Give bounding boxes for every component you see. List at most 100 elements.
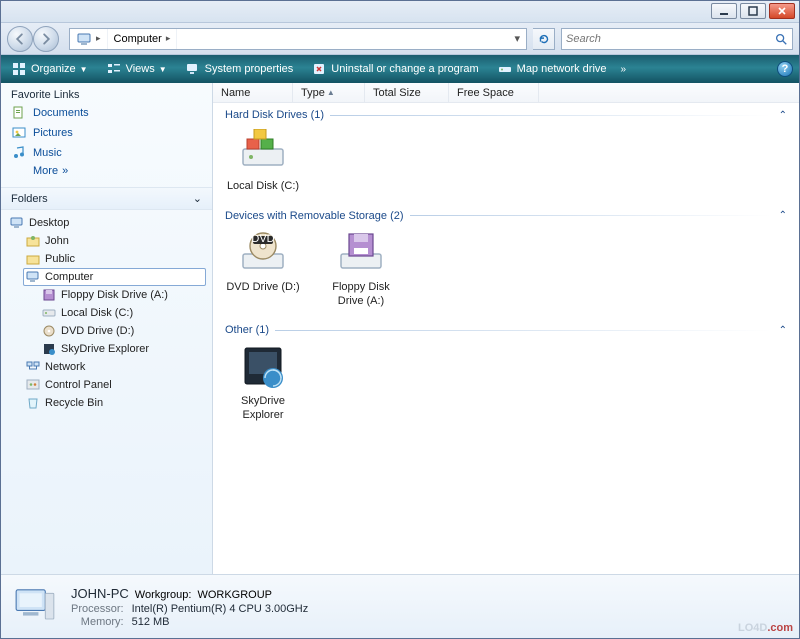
tree-network[interactable]: Network: [23, 358, 206, 376]
map-drive-button[interactable]: Map network drive: [493, 59, 611, 79]
chevron-right-icon: ▸: [166, 33, 171, 44]
sidebar-item-more[interactable]: More »: [11, 163, 202, 179]
dropdown-icon: ▼: [80, 65, 88, 74]
details-pane: JOHN-PC Workgroup: WORKGROUP Processor: …: [1, 574, 799, 638]
nav-history-buttons: [7, 26, 63, 52]
chevron-right-icon: ▸: [96, 33, 101, 44]
drive-skydrive[interactable]: SkyDrive Explorer: [225, 344, 301, 423]
folders-header[interactable]: Folders ⌄: [1, 187, 212, 210]
sidebar-item-music[interactable]: Music: [11, 143, 202, 163]
tree-label: Local Disk (C:): [61, 307, 133, 319]
floppy-drive-icon: [337, 230, 385, 278]
minimize-button[interactable]: [711, 3, 737, 19]
brand-text: LO4D: [738, 622, 767, 634]
item-label: DVD Drive (D:): [226, 281, 299, 295]
search-box[interactable]: [561, 28, 793, 50]
tree-label: DVD Drive (D:): [61, 325, 134, 337]
organize-icon: [11, 61, 27, 77]
column-total-size[interactable]: Total Size: [365, 83, 449, 102]
content-area: Hard Disk Drives (1) ⌃ Local Disk (C:) D…: [213, 103, 799, 574]
drive-dvd-d[interactable]: DVD DVD Drive (D:): [225, 230, 301, 309]
system-properties-button[interactable]: System properties: [181, 59, 298, 79]
column-header: Name Type▲ Total Size Free Space: [213, 83, 799, 103]
details-workgroup-val: WORKGROUP: [197, 589, 272, 601]
refresh-button[interactable]: [533, 28, 555, 50]
location-dropdown-icon[interactable]: ▾: [508, 32, 526, 45]
views-icon: [106, 61, 122, 77]
group-header[interactable]: Other (1) ⌃: [225, 324, 787, 336]
tree-computer[interactable]: Computer: [23, 268, 206, 286]
group-title: Devices with Removable Storage (2): [225, 210, 404, 222]
folder-tree: Desktop John Public: [1, 210, 212, 574]
organize-button[interactable]: Organize ▼: [7, 59, 92, 79]
computer-icon: [76, 31, 92, 47]
group-title: Other (1): [225, 324, 269, 336]
cmd-label: System properties: [205, 63, 294, 75]
collapse-icon[interactable]: ⌃: [779, 210, 787, 221]
breadcrumb-computer[interactable]: Computer ▸: [108, 29, 178, 49]
search-icon[interactable]: [774, 32, 788, 46]
favorites-header: Favorite Links: [1, 83, 212, 103]
floppy-icon: [41, 287, 57, 303]
uninstall-program-button[interactable]: Uninstall or change a program: [307, 59, 482, 79]
content-pane: Name Type▲ Total Size Free Space Hard Di…: [213, 83, 799, 574]
svg-text:DVD: DVD: [251, 233, 274, 245]
fav-label: Documents: [33, 107, 89, 119]
column-free-space[interactable]: Free Space: [449, 83, 539, 102]
breadcrumb-root[interactable]: ▸: [70, 29, 108, 49]
details-memory-key: Memory:: [71, 616, 124, 628]
tree-dvd-d[interactable]: DVD Drive (D:): [39, 322, 206, 340]
dvd-drive-icon: DVD: [239, 230, 287, 278]
details-memory-val: 512 MB: [132, 616, 309, 628]
help-button[interactable]: ?: [777, 61, 793, 77]
uninstall-icon: [311, 61, 327, 77]
tree-label: Public: [45, 253, 75, 265]
maximize-button[interactable]: [740, 3, 766, 19]
drive-local-disk-c[interactable]: Local Disk (C:): [225, 129, 301, 194]
search-input[interactable]: [566, 33, 774, 45]
chevron-right-icon: »: [62, 165, 68, 177]
forward-button[interactable]: [33, 26, 59, 52]
tree-label: Floppy Disk Drive (A:): [61, 289, 168, 301]
collapse-icon[interactable]: ⌃: [779, 325, 787, 336]
tree-desktop[interactable]: Desktop: [7, 214, 206, 232]
tree-recycle-bin[interactable]: Recycle Bin: [23, 394, 206, 412]
navigation-pane: Favorite Links Documents Pictures Music …: [1, 83, 213, 574]
user-folder-icon: [25, 233, 41, 249]
tree-label: Desktop: [29, 217, 69, 229]
tree-label: Control Panel: [45, 379, 112, 391]
column-name[interactable]: Name: [213, 83, 293, 102]
tree-john[interactable]: John: [23, 232, 206, 250]
tree-control-panel[interactable]: Control Panel: [23, 376, 206, 394]
computer-large-icon: [11, 586, 59, 628]
group-title: Hard Disk Drives (1): [225, 109, 324, 121]
tree-label: Network: [45, 361, 85, 373]
sidebar-item-pictures[interactable]: Pictures: [11, 123, 202, 143]
explorer-window: ▸ Computer ▸ ▾ Organize ▼: [0, 0, 800, 639]
back-button[interactable]: [7, 26, 33, 52]
drive-floppy-a[interactable]: Floppy Disk Drive (A:): [323, 230, 399, 309]
group-header[interactable]: Hard Disk Drives (1) ⌃: [225, 109, 787, 121]
fav-label: Pictures: [33, 127, 73, 139]
fav-label: Music: [33, 147, 62, 159]
views-button[interactable]: Views ▼: [102, 59, 171, 79]
tree-skydrive[interactable]: SkyDrive Explorer: [39, 340, 206, 358]
column-type[interactable]: Type▲: [293, 83, 365, 102]
group-header[interactable]: Devices with Removable Storage (2) ⌃: [225, 210, 787, 222]
address-bar[interactable]: ▸ Computer ▸ ▾: [69, 28, 527, 50]
network-icon: [25, 359, 41, 375]
tree-floppy-a[interactable]: Floppy Disk Drive (A:): [39, 286, 206, 304]
sidebar-item-documents[interactable]: Documents: [11, 103, 202, 123]
cmd-label: Map network drive: [517, 63, 607, 75]
tree-local-disk-c[interactable]: Local Disk (C:): [39, 304, 206, 322]
pictures-icon: [11, 125, 27, 141]
tree-public[interactable]: Public: [23, 250, 206, 268]
group-hdd: Hard Disk Drives (1) ⌃ Local Disk (C:): [225, 109, 787, 194]
close-button[interactable]: [769, 3, 795, 19]
folders-label: Folders: [11, 193, 48, 205]
details-processor-key: Processor:: [71, 603, 124, 615]
breadcrumb-label: Computer: [114, 33, 162, 45]
collapse-icon[interactable]: ⌃: [779, 110, 787, 121]
more-commands-icon[interactable]: »: [621, 64, 627, 75]
hdd-icon: [41, 305, 57, 321]
